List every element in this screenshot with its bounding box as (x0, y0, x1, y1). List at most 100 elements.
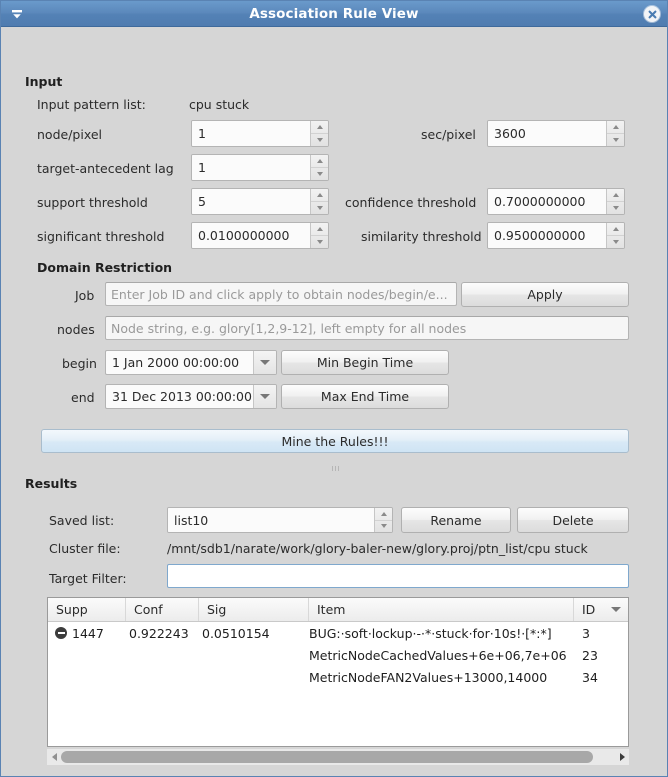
column-header-sig[interactable]: Sig (199, 598, 309, 621)
saved-list-value[interactable]: list10 (168, 508, 374, 532)
table-body: 1447 0.922243 0.0510154 BUG:·soft·lockup… (48, 622, 628, 688)
panel-splitter[interactable] (319, 463, 351, 473)
cluster-file-label: Cluster file: (49, 541, 121, 556)
support-threshold-stepper[interactable]: 5 (191, 188, 329, 215)
stepper-down-icon[interactable] (311, 134, 328, 146)
target-antecedent-lag-value[interactable]: 1 (192, 155, 310, 180)
close-icon[interactable] (644, 6, 660, 22)
results-section-title: Results (25, 476, 78, 491)
end-datetime-value[interactable]: 31 Dec 2013 00:00:00 (106, 385, 253, 408)
cell-id: 34 (582, 669, 598, 685)
begin-label: begin (62, 356, 97, 371)
support-threshold-label: support threshold (37, 195, 148, 210)
stepper-down-icon[interactable] (607, 236, 624, 248)
end-label: end (71, 390, 95, 405)
sec-per-pixel-label: sec/pixel (421, 127, 476, 142)
nodes-label: nodes (57, 322, 95, 337)
mine-the-rules-button[interactable]: Mine the Rules!!! (41, 429, 629, 453)
column-header-id[interactable]: ID (574, 598, 628, 621)
sec-per-pixel-value[interactable]: 3600 (488, 121, 606, 146)
cell-supp: 1447 (48, 626, 126, 641)
cell-sig: 0.0510154 (202, 625, 270, 641)
support-threshold-value[interactable]: 5 (192, 189, 310, 214)
saved-list-stepper-buttons[interactable] (374, 508, 392, 532)
stepper-down-icon[interactable] (311, 168, 328, 180)
table-row[interactable]: MetricNodeFAN2Values+13000,14000 34 (48, 666, 628, 688)
scroll-right-icon[interactable] (615, 753, 629, 761)
domain-restriction-title: Domain Restriction (37, 260, 173, 275)
begin-datetime-combo[interactable]: 1 Jan 2000 00:00:00 (105, 350, 277, 375)
window-menu-icon[interactable] (8, 5, 26, 23)
stepper-up-icon[interactable] (375, 508, 392, 521)
confidence-threshold-value[interactable]: 0.7000000000 (488, 189, 606, 214)
begin-datetime-value[interactable]: 1 Jan 2000 00:00:00 (106, 351, 253, 374)
scrollbar-track[interactable] (61, 749, 615, 765)
column-header-supp[interactable]: Supp (48, 598, 126, 621)
target-filter-label: Target Filter: (49, 571, 127, 586)
stepper-up-icon[interactable] (607, 121, 624, 134)
significant-threshold-value[interactable]: 0.0100000000 (192, 223, 310, 248)
target-antecedent-lag-stepper[interactable]: 1 (191, 154, 329, 181)
scroll-left-icon[interactable] (47, 753, 61, 761)
end-datetime-combo[interactable]: 31 Dec 2013 00:00:00 (105, 384, 277, 409)
table-header-row: Supp Conf Sig Item ID (48, 598, 628, 622)
stepper-down-icon[interactable] (607, 202, 624, 214)
chevron-down-icon[interactable] (253, 385, 276, 408)
table-row[interactable]: 1447 0.922243 0.0510154 BUG:·soft·lockup… (48, 622, 628, 644)
table-row[interactable]: MetricNodeCachedValues+6e+06,7e+06 23 (48, 644, 628, 666)
sec-per-pixel-stepper[interactable]: 3600 (487, 120, 625, 147)
stepper-up-icon[interactable] (311, 223, 328, 236)
node-per-pixel-value[interactable]: 1 (192, 121, 310, 146)
cell-conf: 0.922243 (129, 625, 189, 641)
stepper-up-icon[interactable] (607, 189, 624, 202)
confidence-threshold-stepper-buttons[interactable] (606, 189, 624, 214)
stepper-down-icon[interactable] (311, 236, 328, 248)
scrollbar-thumb[interactable] (61, 751, 593, 763)
support-threshold-stepper-buttons[interactable] (310, 189, 328, 214)
max-end-time-button[interactable]: Max End Time (281, 384, 449, 409)
rename-button[interactable]: Rename (401, 507, 511, 533)
window-content: Input Input pattern list: cpu stuck node… (1, 27, 667, 776)
similarity-threshold-label: similarity threshold (361, 229, 482, 244)
delete-button[interactable]: Delete (517, 507, 629, 533)
target-antecedent-lag-stepper-buttons[interactable] (310, 155, 328, 180)
similarity-threshold-value[interactable]: 0.9500000000 (488, 223, 606, 248)
sec-per-pixel-stepper-buttons[interactable] (606, 121, 624, 146)
confidence-threshold-stepper[interactable]: 0.7000000000 (487, 188, 625, 215)
job-input[interactable] (105, 282, 457, 306)
results-table: Supp Conf Sig Item ID 1447 0.922243 0.05… (47, 597, 629, 747)
saved-list-combo[interactable]: list10 (167, 507, 393, 533)
cell-id: 3 (582, 625, 590, 641)
collapse-row-icon[interactable] (55, 627, 67, 639)
similarity-threshold-stepper-buttons[interactable] (606, 223, 624, 248)
input-pattern-list-value: cpu stuck (189, 97, 250, 112)
stepper-down-icon[interactable] (311, 202, 328, 214)
saved-list-label: Saved list: (49, 513, 115, 528)
node-per-pixel-stepper-buttons[interactable] (310, 121, 328, 146)
node-per-pixel-stepper[interactable]: 1 (191, 120, 329, 147)
min-begin-time-button[interactable]: Min Begin Time (281, 350, 449, 375)
confidence-threshold-label: confidence threshold (345, 195, 477, 210)
stepper-down-icon[interactable] (375, 521, 392, 533)
apply-button[interactable]: Apply (461, 282, 629, 307)
significant-threshold-stepper[interactable]: 0.0100000000 (191, 222, 329, 249)
stepper-up-icon[interactable] (607, 223, 624, 236)
significant-threshold-stepper-buttons[interactable] (310, 223, 328, 248)
cell-item: BUG:·soft·lockup·-·*·stuck·for·10s!·[*:*… (309, 625, 552, 641)
target-antecedent-lag-label: target-antecedent lag (37, 161, 174, 176)
stepper-up-icon[interactable] (311, 189, 328, 202)
sort-descending-icon (611, 607, 621, 612)
similarity-threshold-stepper[interactable]: 0.9500000000 (487, 222, 625, 249)
stepper-down-icon[interactable] (607, 134, 624, 146)
cell-supp-value: 1447 (72, 625, 104, 641)
chevron-down-icon[interactable] (253, 351, 276, 374)
column-header-conf[interactable]: Conf (126, 598, 199, 621)
horizontal-scrollbar[interactable] (47, 749, 629, 765)
column-header-item[interactable]: Item (309, 598, 574, 621)
stepper-up-icon[interactable] (311, 121, 328, 134)
target-filter-input[interactable] (167, 564, 629, 588)
cell-item: MetricNodeFAN2Values+13000,14000 (309, 669, 548, 685)
stepper-up-icon[interactable] (311, 155, 328, 168)
node-per-pixel-label: node/pixel (37, 127, 102, 142)
nodes-input[interactable] (105, 316, 629, 340)
